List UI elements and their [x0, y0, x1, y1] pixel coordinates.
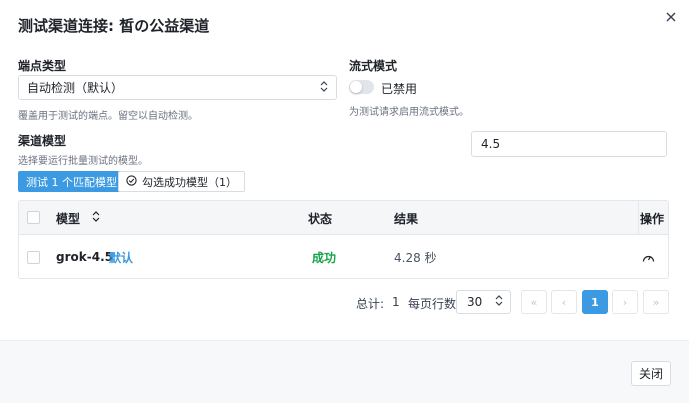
page-button-current[interactable]: 1 — [582, 290, 608, 314]
stream-mode-hint: 为测试请求启用流式模式。 — [349, 107, 469, 118]
close-icon[interactable] — [660, 6, 682, 28]
total-label: 总计: — [356, 297, 385, 311]
model-filter-input[interactable]: 4.5 — [471, 131, 667, 157]
close-button[interactable]: 关闭 — [631, 361, 671, 386]
column-header-result: 结果 — [394, 211, 419, 226]
sort-icon — [92, 211, 100, 225]
column-header-model[interactable]: 模型 — [56, 201, 100, 235]
row-result: 4.28 秒 — [394, 250, 437, 265]
rows-per-page-select[interactable]: 30 — [456, 290, 511, 314]
last-page-button[interactable]: » — [643, 290, 669, 314]
chevron-updown-icon — [495, 295, 503, 309]
dialog-footer — [0, 340, 689, 403]
select-success-models-label: 勾选成功模型（1） — [142, 175, 237, 189]
channel-models-hint: 选择要运行批量测试的模型。 — [18, 156, 148, 167]
check-circle-icon — [126, 174, 137, 189]
row-model-name: grok-4.5 — [56, 250, 113, 264]
row-status: 成功 — [312, 250, 337, 265]
rows-per-page-label: 每页行数 — [408, 297, 457, 311]
select-all-checkbox[interactable] — [27, 211, 40, 224]
endpoint-type-select[interactable]: 自动检测（默认） — [18, 75, 337, 100]
row-checkbox[interactable] — [27, 251, 40, 264]
endpoint-type-hint: 覆盖用于测试的端点。留空以自动检测。 — [18, 111, 198, 122]
test-matching-models-button[interactable]: 测试 1 个匹配模型 — [18, 171, 125, 192]
column-header-status: 状态 — [308, 211, 333, 226]
prev-page-button[interactable]: ‹ — [551, 290, 577, 314]
speed-test-icon[interactable] — [642, 235, 655, 278]
models-table: 模型 状态 结果 操作 grok-4.5 默认 成功 4.28 秒 — [18, 200, 669, 279]
column-header-action: 操作 — [640, 211, 665, 226]
channel-models-label: 渠道模型 — [18, 134, 67, 148]
chevron-updown-icon — [320, 80, 328, 95]
rows-per-page-value: 30 — [467, 295, 483, 309]
next-page-button[interactable]: › — [612, 290, 638, 314]
select-success-models-button[interactable]: 勾选成功模型（1） — [118, 171, 245, 192]
stream-mode-label: 流式模式 — [349, 59, 398, 73]
first-page-button[interactable]: « — [521, 290, 547, 314]
endpoint-type-value: 自动检测（默认） — [27, 81, 124, 95]
dialog-title: 测试渠道连接: 皙の公益渠道 — [18, 17, 210, 35]
stream-mode-toggle[interactable] — [349, 80, 374, 94]
endpoint-type-label: 端点类型 — [18, 59, 67, 73]
total-count: 1 — [392, 295, 400, 309]
stream-mode-state: 已禁用 — [381, 82, 418, 96]
table-header: 模型 状态 结果 操作 — [19, 201, 668, 235]
row-default-tag: 默认 — [109, 250, 134, 265]
